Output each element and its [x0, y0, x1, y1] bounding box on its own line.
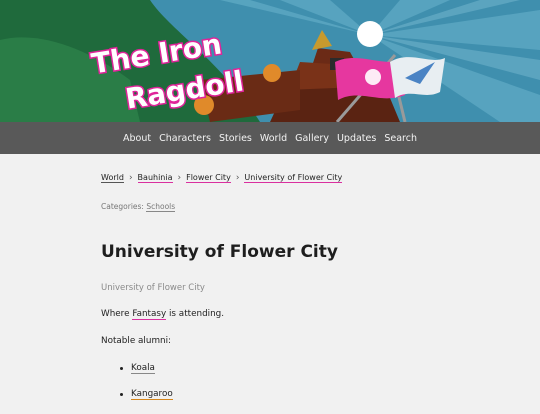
header-banner: The Iron Ragdoll: [0, 0, 540, 122]
bullet-icon: [120, 392, 123, 396]
breadcrumb-world[interactable]: World: [101, 173, 124, 183]
chevron-right-icon: ›: [235, 173, 240, 183]
fantasy-link[interactable]: Fantasy: [132, 309, 167, 320]
category-link-schools[interactable]: Schools: [146, 202, 176, 212]
breadcrumb-flower-city[interactable]: Flower City: [186, 173, 231, 183]
chevron-right-icon: ›: [128, 173, 133, 183]
breadcrumb: World › Bauhinia › Flower City › Univers…: [101, 173, 343, 183]
categories: Categories: Schools: [101, 202, 176, 212]
breadcrumb-bauhinia[interactable]: Bauhinia: [137, 173, 173, 183]
nav-gallery[interactable]: Gallery: [291, 133, 333, 144]
nav-world[interactable]: World: [256, 133, 291, 144]
breadcrumb-university[interactable]: University of Flower City: [244, 173, 343, 183]
list-item: Koala: [101, 362, 173, 374]
nav-search[interactable]: Search: [380, 133, 421, 144]
alumni-heading: Notable alumni:: [101, 336, 172, 346]
nav-about[interactable]: About: [119, 133, 155, 144]
categories-label: Categories:: [101, 202, 144, 211]
main-nav: About Characters Stories World Gallery U…: [0, 122, 540, 154]
page-subtitle: University of Flower City: [101, 283, 205, 293]
nav-characters[interactable]: Characters: [155, 133, 215, 144]
banner-illustration: The Iron Ragdoll: [0, 0, 540, 122]
nav-stories[interactable]: Stories: [215, 133, 256, 144]
attending-text-post: is attending.: [166, 309, 225, 319]
attending-paragraph: Where Fantasy is attending.: [101, 309, 225, 320]
page-title: University of Flower City: [101, 242, 338, 262]
alumni-link-koala[interactable]: Koala: [131, 363, 155, 374]
bullet-icon: [120, 366, 123, 370]
chevron-right-icon: ›: [177, 173, 182, 183]
list-item: Kangaroo: [101, 388, 173, 400]
alumni-list: Koala Kangaroo: [101, 362, 173, 414]
attending-text-pre: Where: [101, 309, 133, 319]
alumni-link-kangaroo[interactable]: Kangaroo: [131, 389, 173, 400]
nav-updates[interactable]: Updates: [333, 133, 380, 144]
